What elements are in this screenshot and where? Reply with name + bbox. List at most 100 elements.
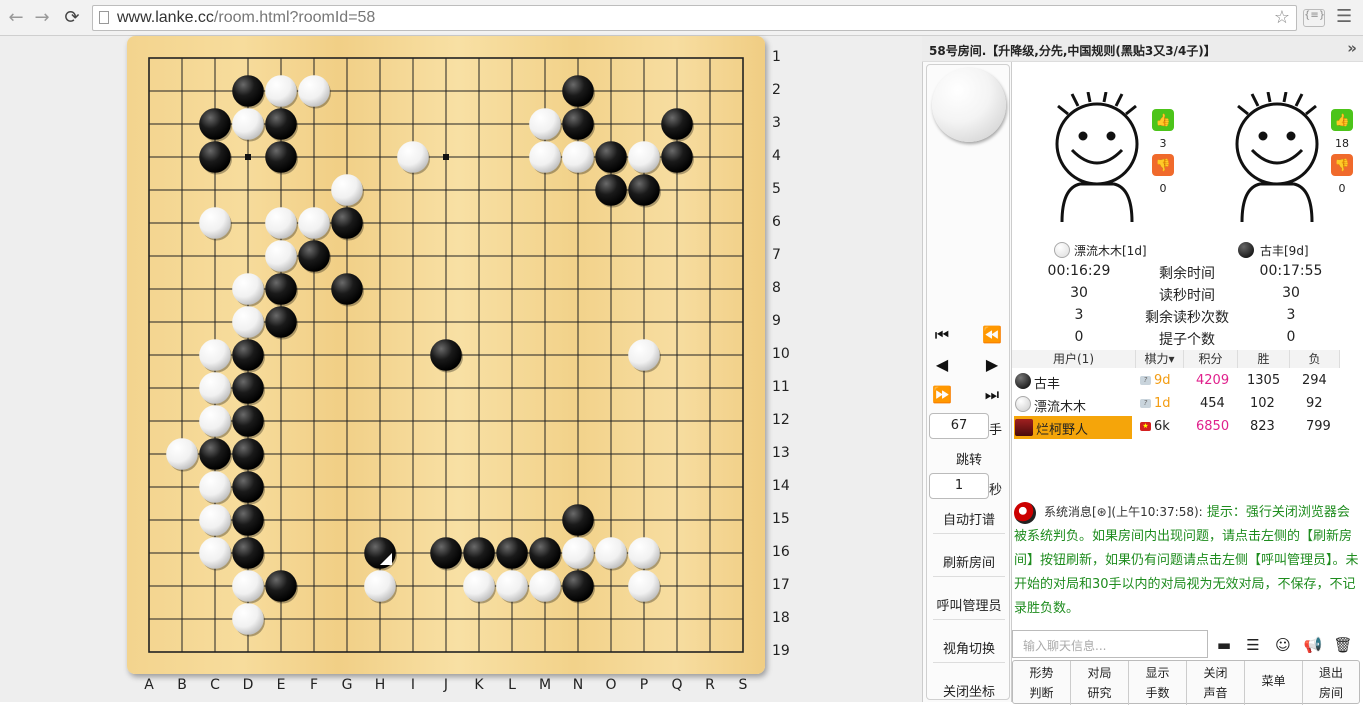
- row-label: 18: [772, 610, 790, 626]
- speech-bubble-icon[interactable]: ▬: [1214, 636, 1234, 656]
- row-label: 3: [772, 115, 781, 131]
- col-user[interactable]: 用户(1): [1012, 350, 1136, 368]
- black-stone-G8: [331, 273, 363, 305]
- black-stone-E9: [265, 306, 297, 338]
- browser-toolbar: ← → ⟳ www.lanke.cc/room.html?roomId=58 ☆…: [0, 0, 1363, 36]
- star-icon[interactable]: ☆: [1274, 7, 1290, 28]
- dislike-icon[interactable]: 👎: [1152, 154, 1174, 176]
- col-win[interactable]: 胜: [1238, 350, 1290, 368]
- black-stone-D11: [232, 372, 264, 404]
- prev-move-icon[interactable]: ◀: [929, 355, 955, 374]
- black-stone-J10: [430, 339, 462, 371]
- black-stone-E4: [265, 141, 297, 173]
- white-captures: 0: [1074, 329, 1084, 345]
- situation-judge-button[interactable]: 形势 判断: [1013, 661, 1071, 705]
- go-board[interactable]: [127, 36, 765, 674]
- forward-icon[interactable]: →: [30, 6, 54, 30]
- first-move-icon[interactable]: ⏮: [929, 325, 955, 345]
- star-point: [443, 154, 449, 160]
- black-stone-icon: [1015, 373, 1031, 389]
- collapse-icon[interactable]: »: [1347, 39, 1357, 57]
- forward-ten-icon[interactable]: ⏩: [929, 385, 955, 404]
- white-stone-E6: [265, 207, 297, 239]
- dislike-icon[interactable]: 👎: [1331, 154, 1353, 176]
- megaphone-icon[interactable]: 📢: [1303, 636, 1323, 656]
- back-ten-icon[interactable]: ⏪: [979, 325, 1005, 344]
- user-score: 4209: [1196, 373, 1230, 388]
- column-label: N: [572, 677, 584, 693]
- mute-sound-button[interactable]: 关闭 声音: [1187, 661, 1245, 705]
- list-icon[interactable]: ☰: [1243, 636, 1263, 656]
- address-bar[interactable]: www.lanke.cc/room.html?roomId=58 ☆: [92, 5, 1297, 31]
- trash-icon[interactable]: 🗑: [1333, 636, 1353, 656]
- extension-icon[interactable]: {≡}: [1303, 9, 1325, 27]
- col-score[interactable]: 积分: [1184, 350, 1238, 368]
- black-stone-N3: [562, 108, 594, 140]
- last-move-icon[interactable]: ⏭: [979, 385, 1005, 405]
- menu-icon[interactable]: ☰: [1336, 6, 1352, 27]
- row-label: 11: [772, 379, 790, 395]
- row-label: 13: [772, 445, 790, 461]
- board-grid[interactable]: [127, 36, 765, 674]
- white-stone-C14: [199, 471, 231, 503]
- column-label: L: [508, 677, 516, 693]
- white-likes: 3: [1159, 137, 1167, 150]
- reload-icon[interactable]: ⟳: [60, 6, 84, 30]
- white-stone-C11: [199, 372, 231, 404]
- black-stone-E8: [265, 273, 297, 305]
- next-move-icon[interactable]: ▶: [979, 355, 1005, 374]
- user-lose: 799: [1306, 419, 1331, 434]
- col-lose[interactable]: 负: [1290, 350, 1340, 368]
- user-rank: 6k: [1154, 419, 1170, 434]
- row-label: 2: [772, 82, 781, 98]
- back-icon[interactable]: ←: [4, 6, 28, 30]
- table-row[interactable]: 烂柯野人 ★ 6k 6850 823 799: [1012, 416, 1363, 439]
- row-label: 16: [772, 544, 790, 560]
- user-rank: 9d: [1154, 373, 1171, 388]
- black-stone-N15: [562, 504, 594, 536]
- black-stone-N17: [562, 570, 594, 602]
- user-win: 102: [1250, 396, 1275, 411]
- black-remain-time: 00:17:55: [1259, 263, 1323, 279]
- black-stone-O4: [595, 141, 627, 173]
- switch-view-button[interactable]: 视角切换: [927, 638, 1011, 657]
- table-row[interactable]: 古丰 ? 9d 4209 1305 294: [1012, 370, 1363, 393]
- white-stone-E7: [265, 240, 297, 272]
- like-icon[interactable]: 👍: [1152, 109, 1174, 131]
- column-label: B: [177, 677, 187, 693]
- call-admin-button[interactable]: 呼叫管理员: [927, 595, 1011, 614]
- white-stone-D17: [232, 570, 264, 602]
- white-stone-icon: [1054, 242, 1070, 258]
- black-player-name[interactable]: 古丰[9d]: [1260, 242, 1309, 259]
- white-stone-M17: [529, 570, 561, 602]
- white-stone-D3: [232, 108, 264, 140]
- menu-button[interactable]: 菜单: [1245, 661, 1303, 705]
- jump-button[interactable]: 跳转: [927, 449, 1011, 468]
- game-study-button[interactable]: 对局 研究: [1071, 661, 1129, 705]
- room-title-text: 58号房间.【升降级,分先,中国规则(黑贴3又3/4子)】: [929, 44, 1216, 58]
- white-player-name[interactable]: 漂流木木[1d]: [1074, 242, 1147, 259]
- auto-play-button[interactable]: 自动打谱: [927, 509, 1011, 528]
- black-stone-D15: [232, 504, 264, 536]
- column-label: A: [144, 677, 154, 693]
- chat-input[interactable]: 输入聊天信息...: [1012, 630, 1208, 658]
- exit-room-button[interactable]: 退出 房间: [1303, 661, 1359, 705]
- column-label: I: [410, 677, 416, 693]
- seconds-input[interactable]: 1: [929, 473, 989, 499]
- user-score: 6850: [1196, 419, 1230, 434]
- close-coords-button[interactable]: 关闭坐标: [927, 681, 1011, 700]
- page-icon: [99, 11, 109, 24]
- user-lose: 294: [1302, 373, 1327, 388]
- white-stone-C10: [199, 339, 231, 371]
- table-row[interactable]: 漂流木木 ? 1d 454 102 92: [1012, 393, 1363, 416]
- emoji-icon[interactable]: ☺: [1273, 636, 1293, 656]
- like-icon[interactable]: 👍: [1331, 109, 1353, 131]
- move-number-input[interactable]: 67: [929, 413, 989, 439]
- black-stone-D16: [232, 537, 264, 569]
- show-move-numbers-button[interactable]: 显示 手数: [1129, 661, 1187, 705]
- black-stone-D10: [232, 339, 264, 371]
- refresh-room-button[interactable]: 刷新房间: [927, 552, 1011, 571]
- black-stone-C3: [199, 108, 231, 140]
- col-rank[interactable]: 棋力▾: [1136, 350, 1184, 368]
- user-rank: 1d: [1154, 396, 1171, 411]
